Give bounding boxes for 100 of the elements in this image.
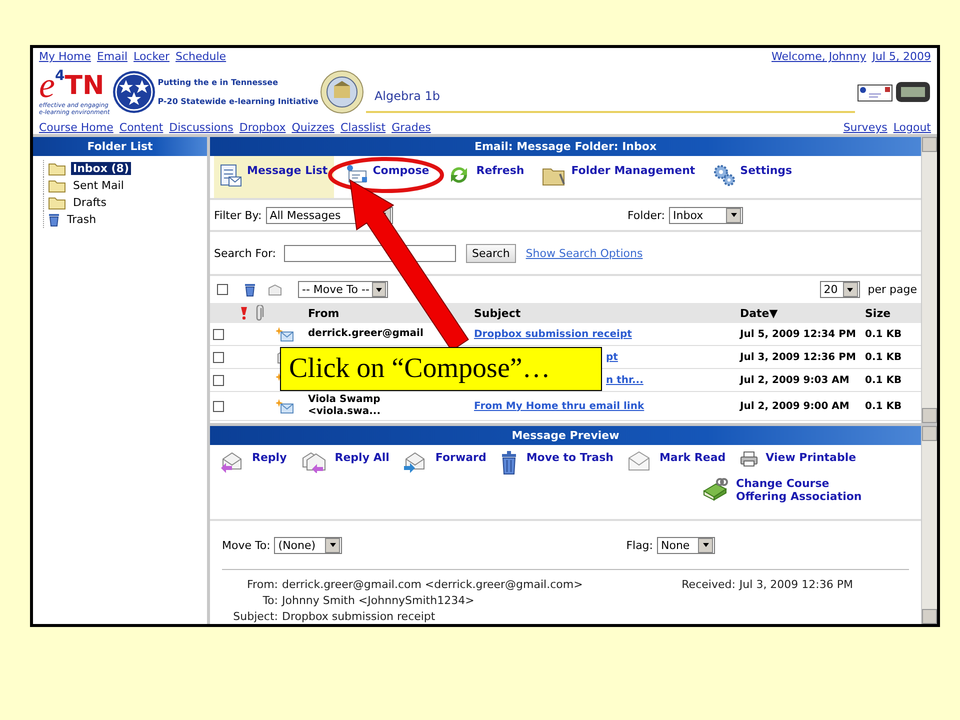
- checkbox[interactable]: [213, 328, 224, 340]
- checkbox[interactable]: [217, 284, 228, 295]
- panel-title: Folder List: [33, 137, 207, 156]
- column-header[interactable]: Date▼: [740, 306, 865, 320]
- course-title: Algebra 1b: [366, 81, 855, 113]
- checkbox[interactable]: [213, 352, 224, 362]
- nav-link[interactable]: Discussions: [169, 121, 234, 134]
- seal-icon: [320, 70, 364, 114]
- column-header[interactable]: Subject: [474, 306, 740, 320]
- field-value: Dropbox submission receipt: [282, 610, 436, 623]
- toolbar-button[interactable]: Message List: [214, 156, 334, 198]
- toolbar-button[interactable]: Folder Management: [536, 156, 702, 198]
- nav-link[interactable]: Logout: [893, 121, 931, 134]
- logo-text: TN: [64, 73, 104, 100]
- logo-initiative: P-20 Statewide e-learning Initiative: [158, 97, 318, 106]
- folder-item[interactable]: Sent Mail: [71, 179, 126, 192]
- folder-icon: [48, 178, 66, 192]
- action-button[interactable]: View Printable: [740, 451, 856, 475]
- nav-link[interactable]: Classlist: [340, 121, 386, 134]
- nav-link[interactable]: Quizzes: [292, 121, 334, 134]
- date-cell-text: Jul 3, 2009 12:36 PM: [740, 352, 857, 362]
- logo-letter: e: [39, 67, 55, 104]
- action-button[interactable]: Reply: [220, 451, 287, 475]
- field-label: To:: [262, 594, 278, 607]
- date-link[interactable]: Jul 5, 2009: [872, 50, 931, 63]
- stars-circle-icon: [112, 70, 156, 114]
- move-to-dropdown[interactable]: -- Move To --: [298, 281, 388, 298]
- folder-dropdown[interactable]: Inbox: [669, 206, 743, 224]
- flag-dropdown[interactable]: None: [657, 536, 715, 554]
- paperclip-icon: [256, 305, 264, 321]
- action-button[interactable]: Change Course Offering Association: [702, 477, 862, 503]
- nav-link[interactable]: Course Home: [39, 121, 114, 134]
- envelopes-arrow-icon: [300, 451, 327, 473]
- size-cell-text: 0.1 KB: [865, 400, 903, 412]
- size-cell-text: 0.1 KB: [865, 328, 903, 340]
- nav-link[interactable]: My Home: [39, 50, 91, 63]
- panel-title: Message Preview: [210, 426, 921, 445]
- pager-icon: [895, 81, 931, 103]
- field-value: Jul 3, 2009 12:36 PM: [739, 578, 853, 591]
- nav-link[interactable]: Schedule: [176, 50, 226, 63]
- date-cell-text: Jul 2, 2009 9:00 AM: [740, 400, 850, 412]
- subject-link[interactable]: n thr...: [606, 374, 644, 386]
- folder-item[interactable]: Trash: [65, 213, 98, 226]
- toolbar-button[interactable]: Compose: [340, 156, 436, 198]
- nav-link[interactable]: Locker: [134, 50, 170, 63]
- envelope-pen-icon: [346, 164, 368, 184]
- field-label: Received:: [682, 578, 736, 591]
- gears-icon: [713, 164, 736, 186]
- field-label: From:: [246, 578, 278, 591]
- move-to-dropdown[interactable]: (None): [274, 536, 342, 554]
- filter-label: Filter By:: [214, 208, 262, 222]
- action-button[interactable]: Move to Trash: [500, 451, 614, 475]
- priority-icon: [240, 306, 248, 320]
- folder-item[interactable]: Inbox (8): [71, 162, 131, 175]
- action-button[interactable]: Mark Read: [627, 451, 726, 475]
- scrollbar[interactable]: [921, 426, 937, 624]
- logo-superscript: 4: [54, 69, 65, 84]
- envelope-icon: [857, 82, 893, 102]
- scrollbar[interactable]: [921, 137, 937, 423]
- column-header[interactable]: From: [308, 306, 474, 320]
- panel-title: Email: Message Folder: Inbox: [210, 137, 921, 156]
- nav-link[interactable]: Email: [96, 50, 128, 63]
- size-cell-text: 0.1 KB: [865, 352, 903, 362]
- subject-link[interactable]: Dropbox submission receipt: [474, 328, 632, 340]
- folder-item[interactable]: Drafts: [71, 196, 108, 209]
- toolbar-button[interactable]: Settings: [707, 156, 798, 198]
- field-value: derrick.greer@gmail.com <derrick.greer@gmail.com>: [282, 578, 583, 591]
- date-cell-text: Jul 2, 2009 9:03 AM: [740, 374, 850, 386]
- envelope-icon: [268, 284, 282, 296]
- flag-label: Flag:: [626, 538, 653, 552]
- toolbar-button[interactable]: Refresh: [441, 156, 530, 198]
- sender-name: Viola Swamp <viola.swa...: [308, 394, 382, 418]
- checkbox[interactable]: [213, 374, 224, 386]
- nav-link[interactable]: Content: [119, 121, 164, 134]
- welcome-link[interactable]: Welcome, Johnny: [772, 50, 866, 63]
- field-label: Subject:: [232, 610, 278, 623]
- envelope-icon: [627, 451, 652, 471]
- action-button[interactable]: Forward: [403, 451, 486, 475]
- field-value: Johnny Smith <JohnnySmith1234>: [282, 594, 476, 607]
- trash-can-icon: [244, 282, 256, 297]
- search-options-link[interactable]: Show Search Options: [526, 246, 643, 260]
- size-cell-text: 0.1 KB: [865, 374, 903, 386]
- action-button[interactable]: Reply All: [300, 451, 390, 475]
- column-header[interactable]: Size: [865, 306, 921, 320]
- subject-link[interactable]: pt: [606, 352, 618, 362]
- printer-icon: [740, 451, 758, 467]
- nav-link[interactable]: Grades: [392, 121, 431, 134]
- trash-can-icon: [48, 212, 60, 227]
- nav-link[interactable]: Surveys: [843, 121, 888, 134]
- checkbox[interactable]: [213, 400, 224, 412]
- per-page-label: per page: [868, 283, 917, 296]
- per-page-dropdown[interactable]: 20: [820, 281, 860, 298]
- subject-link[interactable]: From My Home thru email link: [474, 400, 644, 412]
- date-cell-text: Jul 5, 2009 12:34 PM: [740, 328, 857, 340]
- logo-tagline: Putting the e in Tennessee: [158, 78, 280, 87]
- folder-icon: [48, 162, 66, 176]
- nav-link[interactable]: Dropbox: [239, 121, 286, 134]
- trash-can-icon: [500, 451, 518, 475]
- search-button[interactable]: Search: [466, 244, 516, 262]
- folder-label: Folder:: [627, 208, 665, 222]
